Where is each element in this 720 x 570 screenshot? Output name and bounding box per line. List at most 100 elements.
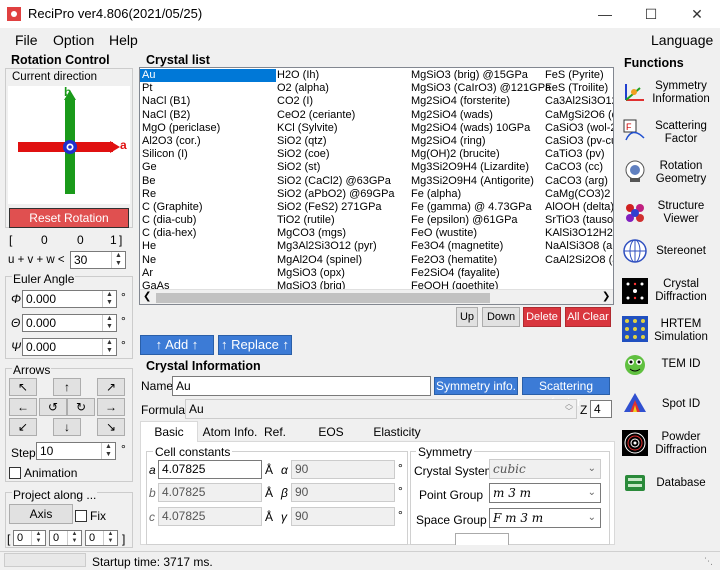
uvw-input[interactable]: 30 ▲ ▼ xyxy=(70,251,126,269)
crystal-list-item[interactable]: Fe (gamma) @ 4.73GPa xyxy=(409,201,543,214)
stereonet-button[interactable]: Stereonet xyxy=(620,234,716,274)
crystal-list-item[interactable]: Mg3Si2O9H4 (Lizardite) xyxy=(409,161,543,174)
crystal-list-item[interactable]: CaCO3 (arg) xyxy=(543,175,613,188)
step-spinner[interactable]: ▲ ▼ xyxy=(101,443,115,459)
crystal-list-item[interactable]: FeS (Troilite) xyxy=(543,82,613,95)
crystal-list-item[interactable]: Fe2O3 (hematite) xyxy=(409,254,543,267)
uvw-spinner[interactable]: ▲ ▼ xyxy=(111,252,125,268)
animation-checkbox[interactable] xyxy=(9,467,21,479)
reset-rotation-button[interactable]: Reset Rotation xyxy=(9,208,129,228)
structure-viewer-button[interactable]: Structure Viewer xyxy=(620,194,716,234)
all-clear-button[interactable]: All Clear xyxy=(565,307,611,327)
crystal-list-item[interactable]: CaMg(CO3)2 ( xyxy=(543,188,613,201)
up-button[interactable]: Up xyxy=(456,307,478,327)
crystal-list-item[interactable]: Al2O3 (cor.) xyxy=(140,135,276,148)
crystal-list-item[interactable]: Fe (alpha) xyxy=(409,188,543,201)
symmetry-information-button[interactable]: Symmetry Information xyxy=(620,74,716,114)
down-button[interactable]: Down xyxy=(482,307,520,327)
symmetry-info-button[interactable]: Symmetry info. xyxy=(434,377,518,395)
close-button[interactable]: ✕ xyxy=(674,0,720,28)
alpha-input[interactable]: 90 xyxy=(291,460,395,479)
crystal-list-item[interactable]: Fe (epsilon) @61GPa xyxy=(409,214,543,227)
crystal-list-item[interactable]: MgSiO3 (CaIrO3) @121GPa xyxy=(409,82,551,95)
crystal-list-item[interactable]: MgAl2O4 (spinel) xyxy=(275,254,410,267)
phi-input[interactable]: 0.000 ▲ ▼ xyxy=(22,290,117,308)
c-input[interactable]: 4.07825 xyxy=(158,507,262,526)
crystal-list-item[interactable]: MgSiO3 (brig) @15GPa xyxy=(409,69,543,82)
crystal-list-item[interactable]: Ge xyxy=(140,161,276,174)
delete-button[interactable]: Delete xyxy=(523,307,561,327)
scroll-left-arrow[interactable]: ❮ xyxy=(143,291,151,302)
rotate-ccw-button[interactable]: ↺ xyxy=(39,398,67,416)
crystal-list-item[interactable]: FeS (Pyrite) xyxy=(543,69,613,82)
maximize-button[interactable]: ☐ xyxy=(628,0,674,28)
phi-spinner[interactable]: ▲ ▼ xyxy=(102,291,116,307)
crystal-list-item[interactable]: NaAlSi3O8 (all xyxy=(543,240,613,253)
crystal-list-item[interactable]: Re xyxy=(140,188,276,201)
a-input[interactable]: 4.07825 xyxy=(158,460,262,479)
crystal-list-item[interactable]: NaCl (B1) xyxy=(140,95,276,108)
crystal-list-item[interactable]: Mg3Al2Si3O12 (pyr) xyxy=(275,240,410,253)
crystal-list-item[interactable]: NaCl (B2) xyxy=(140,109,276,122)
crystal-list-item[interactable]: Ca3Al2Si3O12 xyxy=(543,95,613,108)
crystal-list-item[interactable]: KAlSi3O12H2 xyxy=(543,227,613,240)
crystal-list-item[interactable]: C (dia-hex) xyxy=(140,227,276,240)
menu-file[interactable]: File xyxy=(15,32,38,48)
crystal-list-item[interactable]: CaSiO3 (wol-2 xyxy=(543,122,613,135)
crystal-list-item[interactable]: Be xyxy=(140,175,276,188)
gamma-input[interactable]: 90 xyxy=(291,507,395,526)
menu-option[interactable]: Option xyxy=(53,32,94,48)
database-button[interactable]: Database xyxy=(620,464,716,504)
arrow-up-right-button[interactable]: ↗ xyxy=(97,378,125,396)
menu-language[interactable]: Language xyxy=(651,32,713,48)
horizontal-scrollbar[interactable]: ❮ ❯ xyxy=(140,289,613,304)
crystal-list-item[interactable]: SrTiO3 (tausor xyxy=(543,214,613,227)
proj-w-input[interactable]: 0 ▲ ▼ xyxy=(85,530,118,546)
crystal-list-item[interactable]: CaMgSi2O6 (d xyxy=(543,109,613,122)
crystal-list-item[interactable]: Mg2SiO4 (forsterite) xyxy=(409,95,543,108)
tab-atom-info[interactable]: Atom Info. xyxy=(200,422,260,442)
crystal-list-item[interactable]: Mg2SiO4 (wads) 10GPa xyxy=(409,122,543,135)
menu-help[interactable]: Help xyxy=(109,32,138,48)
space-group-select[interactable]: F m 3 m ⌄ xyxy=(489,508,601,528)
b-input[interactable]: 4.07825 xyxy=(158,483,262,502)
crystal-list-item[interactable]: CaTiO3 (pv) xyxy=(543,148,613,161)
psi-spinner[interactable]: ▲ ▼ xyxy=(102,339,116,355)
crystal-list-item[interactable]: Fe3O4 (magnetite) xyxy=(409,240,543,253)
crystal-list-item[interactable]: C (Graphite) xyxy=(140,201,276,214)
scattering-factor-function-button[interactable]: F Scattering Factor xyxy=(620,114,716,154)
crystal-list-item[interactable]: CaSiO3 (pv-cu xyxy=(543,135,613,148)
scroll-right-arrow[interactable]: ❯ xyxy=(602,291,610,302)
crystal-list-item[interactable]: Mg2SiO4 (wads) xyxy=(409,109,543,122)
crystal-list-item[interactable]: AlOOH (delta) xyxy=(543,201,613,214)
spot-id-button[interactable]: Spot ID xyxy=(620,384,716,424)
crystal-list-item[interactable]: MgO (periclase) xyxy=(140,122,276,135)
crystal-list[interactable]: Au Pt NaCl (B1) NaCl (B2) MgO (periclase) Al2… xyxy=(139,67,614,305)
tab-eos[interactable]: EOS xyxy=(316,422,346,442)
crystal-list-item[interactable]: CaCO3 (cc) xyxy=(543,161,613,174)
crystal-list-item[interactable]: Au xyxy=(140,69,276,83)
proj-v-spinner[interactable]: ▲ ▼ xyxy=(67,531,81,545)
tab-elasticity[interactable]: Elasticity xyxy=(373,422,421,442)
crystal-list-item[interactable] xyxy=(543,267,613,280)
crystal-list-item[interactable]: Ne xyxy=(140,254,276,267)
arrow-down-right-button[interactable]: ↘ xyxy=(97,418,125,436)
crystal-list-item[interactable]: Ar xyxy=(140,267,276,280)
crystal-list-item[interactable]: CO2 (I) xyxy=(275,95,410,108)
crystal-list-item[interactable]: CaAl2Si2O8 (a xyxy=(543,254,613,267)
crystal-list-item[interactable]: Mg3Si2O9H4 (Antigorite) xyxy=(409,175,543,188)
rotate-cw-button[interactable]: ↻ xyxy=(67,398,95,416)
name-input[interactable]: Au xyxy=(172,376,431,396)
crystal-list-item[interactable]: TiO2 (rutile) xyxy=(275,214,410,227)
proj-v-input[interactable]: 0 ▲ ▼ xyxy=(49,530,82,546)
proj-u-spinner[interactable]: ▲ ▼ xyxy=(31,531,45,545)
crystal-list-item[interactable]: MgSiO3 (opx) xyxy=(275,267,410,280)
scrollbar-thumb[interactable] xyxy=(156,293,490,303)
tem-id-button[interactable]: TEM ID xyxy=(620,344,716,384)
crystal-list-item[interactable]: KCl (Sylvite) xyxy=(275,122,410,135)
crystal-list-item[interactable]: MgCO3 (mgs) xyxy=(275,227,410,240)
crystal-list-item[interactable]: Mg(OH)2 (brucite) xyxy=(409,148,543,161)
fix-checkbox[interactable] xyxy=(75,510,87,522)
arrow-up-button[interactable]: ↑ xyxy=(53,378,81,396)
arrow-left-button[interactable]: ← xyxy=(9,398,37,416)
